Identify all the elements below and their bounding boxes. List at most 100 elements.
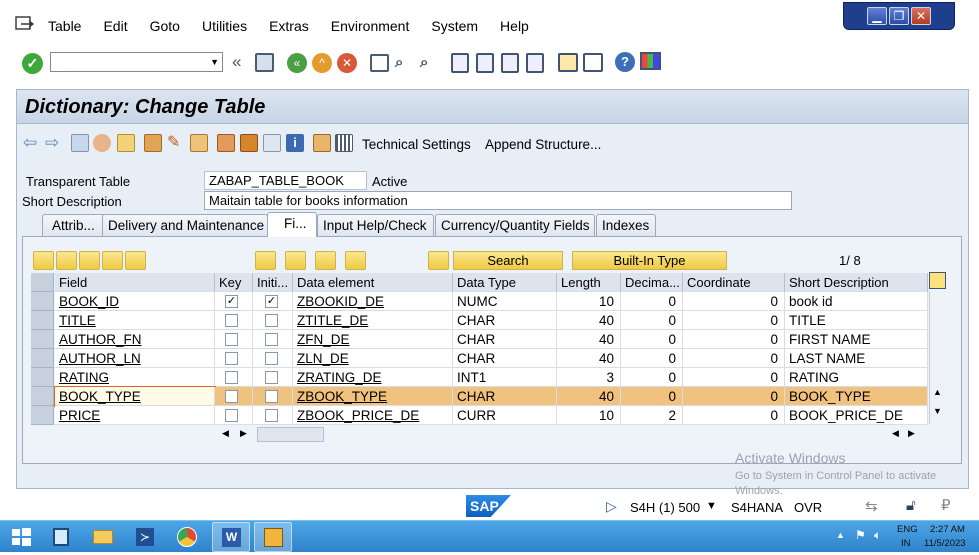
vertical-scrollbar[interactable]: ▲ ▼ <box>929 291 946 424</box>
select-all-rows[interactable] <box>31 273 54 292</box>
display-object-icon[interactable] <box>263 134 281 152</box>
row-selector[interactable] <box>31 349 54 368</box>
cell-dec[interactable]: 0 <box>621 349 683 368</box>
chrome-icon[interactable] <box>168 522 206 552</box>
scroll-up-icon[interactable]: ▲ <box>933 387 942 397</box>
cell-element[interactable]: ZBOOK_PRICE_DE <box>293 406 453 425</box>
cell-length[interactable]: 3 <box>557 368 621 387</box>
cell-element[interactable]: ZBOOKID_DE <box>293 292 453 311</box>
cancel-icon[interactable]: ✕ <box>337 53 357 73</box>
last-page-icon[interactable] <box>526 53 544 73</box>
start-button[interactable] <box>2 522 40 552</box>
column-header-key[interactable]: Key <box>215 273 253 292</box>
cell-field[interactable]: TITLE <box>55 311 215 330</box>
clock-date[interactable]: 11/5/2023 <box>924 538 966 549</box>
short-desc-field[interactable]: Maitain table for books information <box>204 191 792 210</box>
print-icon[interactable] <box>370 54 389 72</box>
cell-length[interactable]: 40 <box>557 349 621 368</box>
input-mode[interactable]: OVR <box>794 500 822 515</box>
scroll-right-icon[interactable]: ▶ <box>908 428 915 439</box>
word-icon[interactable]: W <box>212 522 250 552</box>
cell-field[interactable]: AUTHOR_LN <box>55 349 215 368</box>
scroll-left-icon[interactable]: ◀ <box>222 428 229 439</box>
new-session-icon[interactable] <box>558 53 578 72</box>
sap-logon-icon[interactable] <box>254 522 292 552</box>
enter-icon[interactable]: ✓ <box>22 53 43 74</box>
cell-dec[interactable]: 0 <box>621 387 683 406</box>
object-list-icon[interactable] <box>240 134 258 152</box>
collapse-icon[interactable]: « <box>232 52 241 72</box>
column-header-desc[interactable]: Short Description <box>785 273 928 292</box>
language-secondary[interactable]: IN <box>901 538 911 549</box>
select-all-icon[interactable] <box>285 251 306 270</box>
column-header-length[interactable]: Length <box>557 273 621 292</box>
table-row[interactable]: AUTHOR_LN ZLN_DE CHAR 40 0 0 LAST NAME <box>31 349 928 368</box>
tab-currency-quantity[interactable]: Currency/Quantity Fields <box>435 214 595 236</box>
menu-help[interactable]: Help <box>500 18 529 34</box>
chevron-down-icon[interactable]: ▼ <box>210 57 219 67</box>
tab-fields[interactable]: Fi... <box>267 212 317 237</box>
key-checkbox[interactable] <box>225 352 238 365</box>
language-primary[interactable]: ENG <box>897 524 918 535</box>
cell-field[interactable]: AUTHOR_FN <box>55 330 215 349</box>
command-field[interactable]: ▼ <box>50 52 223 72</box>
key-checkbox[interactable] <box>225 371 238 384</box>
column-settings-icon[interactable] <box>929 272 946 289</box>
delete-row-icon[interactable] <box>125 251 146 270</box>
initial-values-checkbox[interactable] <box>265 314 278 327</box>
menu-goto[interactable]: Goto <box>150 18 180 34</box>
first-page-icon[interactable] <box>451 53 469 73</box>
back-arrow-icon[interactable]: ⇦ <box>23 134 41 152</box>
scroll-down-icon[interactable]: ▼ <box>933 406 942 416</box>
back-icon[interactable]: « <box>287 53 307 73</box>
column-header-element[interactable]: Data element <box>293 273 453 292</box>
cell-desc[interactable]: RATING <box>785 368 928 387</box>
cell-coord[interactable]: 0 <box>683 368 785 387</box>
cell-type[interactable]: CHAR <box>453 349 557 368</box>
initial-values-checkbox[interactable] <box>265 333 278 346</box>
cell-dec[interactable]: 2 <box>621 406 683 425</box>
row-selector[interactable] <box>31 311 54 330</box>
tab-indexes[interactable]: Indexes <box>596 214 656 236</box>
initial-values-checkbox[interactable] <box>265 371 278 384</box>
column-header-dec[interactable]: Decima... <box>621 273 683 292</box>
cell-length[interactable]: 10 <box>557 292 621 311</box>
powershell-icon[interactable]: ≻ <box>126 522 164 552</box>
cell-desc[interactable]: book id <box>785 292 928 311</box>
key-checkbox[interactable] <box>225 314 238 327</box>
key-icon[interactable] <box>428 251 449 270</box>
row-selector[interactable] <box>31 406 54 425</box>
other-object-icon[interactable] <box>93 134 111 152</box>
scroll-left-icon[interactable]: ◀ <box>892 428 899 439</box>
cell-field[interactable]: BOOK_TYPE <box>54 386 216 407</box>
cell-element[interactable]: ZFN_DE <box>293 330 453 349</box>
cell-field[interactable]: PRICE <box>55 406 215 425</box>
server-manager-icon[interactable] <box>42 522 80 552</box>
graphic-icon[interactable] <box>313 134 331 152</box>
horizontal-scrollbar[interactable]: ◀ ▶ ◀ ▶ <box>215 426 925 444</box>
table-row[interactable]: BOOK_ID ✓ ✓ ZBOOKID_DE NUMC 10 0 0 book id <box>31 292 928 311</box>
column-header-init[interactable]: Initi... <box>253 273 293 292</box>
copy-icon[interactable] <box>56 251 77 270</box>
row-selector[interactable] <box>31 368 54 387</box>
cell-element[interactable]: ZBOOK_TYPE <box>293 387 453 406</box>
cell-type[interactable]: CHAR <box>453 387 557 406</box>
initial-values-checkbox[interactable] <box>265 409 278 422</box>
column-header-coord[interactable]: Coordinate <box>683 273 785 292</box>
builtin-type-button[interactable]: Built-In Type <box>572 251 727 270</box>
test-icon[interactable]: ✎ <box>167 134 185 152</box>
layout-icon[interactable] <box>640 52 661 70</box>
cell-desc[interactable]: TITLE <box>785 311 928 330</box>
prev-page-icon[interactable] <box>476 53 494 73</box>
sort-icon[interactable] <box>345 251 366 270</box>
search-button[interactable]: Search <box>453 251 563 270</box>
next-page-icon[interactable] <box>501 53 519 73</box>
cell-length[interactable]: 40 <box>557 311 621 330</box>
key-checkbox[interactable] <box>225 333 238 346</box>
cut-icon[interactable] <box>33 251 54 270</box>
volume-icon[interactable]: 🔈︎ <box>874 528 881 543</box>
find-icon[interactable]: ⌕ <box>395 54 413 72</box>
cell-dec[interactable]: 0 <box>621 330 683 349</box>
where-used-icon[interactable] <box>190 134 208 152</box>
tray-arrow-icon[interactable]: ▲ <box>836 530 845 540</box>
